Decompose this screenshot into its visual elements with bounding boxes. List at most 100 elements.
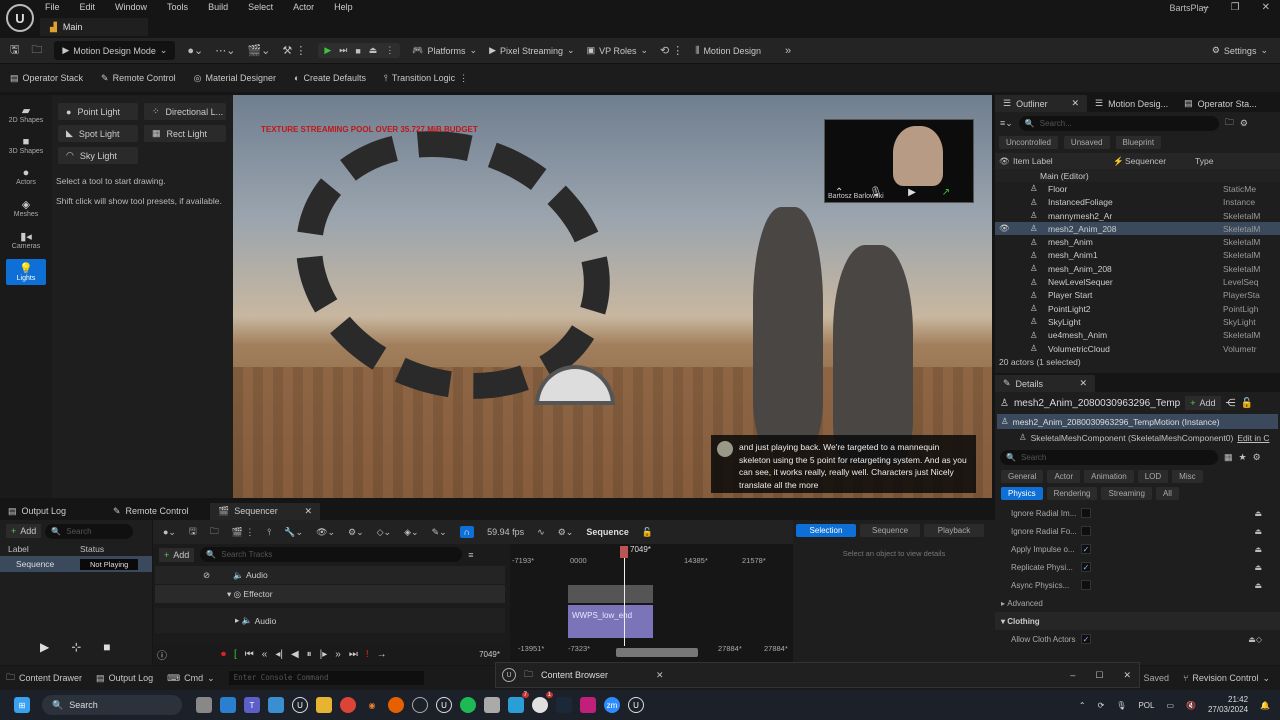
wrench-icon[interactable]: 🔧⌄ bbox=[284, 527, 303, 538]
level-viewport[interactable]: TEXTURE STREAMING POOL OVER 35.727 MiB B… bbox=[233, 95, 992, 498]
tab-playback[interactable]: Playback bbox=[924, 524, 984, 537]
category-streaming[interactable]: Streaming bbox=[1101, 487, 1152, 500]
reset-icon[interactable]: ⏏◇ bbox=[1248, 635, 1262, 644]
sky-light-button[interactable]: ◠ Sky Light bbox=[58, 147, 138, 164]
filter-icon[interactable]: ≡⌄ bbox=[1000, 118, 1013, 129]
play-reverse-icon[interactable]: ◀ bbox=[291, 649, 299, 660]
lock-icon[interactable]: 🔓 bbox=[1241, 398, 1253, 409]
slack-icon[interactable]: 1 bbox=[532, 692, 553, 713]
tab-sequencer[interactable]: 🎬 Sequencer ✕ bbox=[210, 502, 320, 520]
build-icon[interactable]: ⚒ ⋮ bbox=[282, 44, 306, 57]
tab-outliner[interactable]: ☰ Outliner ✕ bbox=[995, 95, 1087, 112]
close-icon[interactable]: ✕ bbox=[1071, 98, 1079, 109]
mode-actors[interactable]: ● Actors bbox=[6, 164, 46, 189]
track-effector[interactable]: ▾ ◎ Effector bbox=[155, 585, 505, 603]
category-misc[interactable]: Misc bbox=[1172, 470, 1203, 483]
details-search[interactable]: 🔍 Search bbox=[1000, 449, 1218, 465]
record-icon[interactable]: ⏺ bbox=[221, 649, 226, 660]
tab-operator-stack[interactable]: ▤ Operator Sta... bbox=[1176, 95, 1265, 112]
allow-cloth-actors-checkbox[interactable]: ✓ bbox=[1081, 634, 1091, 644]
fps-selector[interactable]: 59.94 fps bbox=[487, 527, 524, 537]
widgets-icon[interactable] bbox=[220, 697, 236, 713]
filter-icon[interactable]: ≡ bbox=[468, 550, 473, 560]
close-icon[interactable]: ✕ bbox=[304, 506, 312, 517]
category-lod[interactable]: LOD bbox=[1137, 470, 1169, 483]
reset-icon[interactable]: ⏏ bbox=[1254, 527, 1262, 536]
share-icon[interactable]: ↗ bbox=[942, 187, 950, 198]
language-indicator[interactable]: POL bbox=[1138, 701, 1154, 710]
outliner-row[interactable]: ♙ NewLevelSequer LevelSeq bbox=[995, 275, 1280, 288]
maximize-button[interactable]: ☐ bbox=[1095, 670, 1103, 681]
menu-edit[interactable]: Edit bbox=[80, 2, 96, 12]
transition-logic-button[interactable]: ⫯ Transition Logic ⋮ bbox=[384, 73, 468, 84]
platforms-button[interactable]: 🎮 Platforms ⌄ bbox=[412, 45, 477, 56]
play-icon[interactable]: ▶ bbox=[40, 640, 49, 654]
next-frame-icon[interactable]: |▸ bbox=[320, 649, 328, 660]
settings-button[interactable]: ⚙ Settings ⌄ bbox=[1212, 45, 1268, 56]
menu-help[interactable]: Help bbox=[334, 2, 353, 12]
info-icon[interactable]: ⓘ bbox=[157, 647, 167, 662]
clock-date[interactable]: 27/03/2024 bbox=[1208, 705, 1248, 714]
pencil-icon[interactable]: ✎⌄ bbox=[432, 527, 447, 538]
add-actor-icon[interactable]: ●⌄ bbox=[187, 44, 203, 57]
outliner-row[interactable]: ♙ SkyLight SkyLight bbox=[995, 315, 1280, 328]
notifications-icon[interactable]: 🔔 bbox=[1260, 701, 1270, 710]
app-icon-3[interactable]: 7 bbox=[508, 692, 529, 713]
property-checkbox[interactable] bbox=[1081, 508, 1091, 518]
category-actor[interactable]: Actor bbox=[1047, 470, 1081, 483]
outliner-row[interactable]: ♙ PointLight2 PointLigh bbox=[995, 302, 1280, 315]
reset-icon[interactable]: ⏏ bbox=[1254, 545, 1262, 554]
filter-unsaved[interactable]: Unsaved bbox=[1063, 136, 1110, 149]
property-checkbox[interactable] bbox=[1081, 526, 1091, 536]
prev-frame-icon[interactable]: ◂| bbox=[275, 649, 283, 660]
track-search[interactable]: 🔍 Search Tracks bbox=[200, 547, 463, 562]
eye-icon[interactable]: 👁⌄ bbox=[316, 527, 335, 538]
category-rendering[interactable]: Rendering bbox=[1046, 487, 1098, 500]
jump-start-icon[interactable]: ⏮ bbox=[245, 649, 254, 660]
next-key-icon[interactable]: » bbox=[335, 649, 341, 660]
menu-build[interactable]: Build bbox=[208, 2, 228, 12]
prev-key-icon[interactable]: « bbox=[262, 649, 268, 660]
playhead-handle[interactable] bbox=[620, 546, 628, 558]
saved-status[interactable]: Saved bbox=[1143, 673, 1169, 683]
track-audio-child[interactable]: ▸ 🔈 Audio bbox=[155, 608, 505, 633]
advanced-section[interactable]: ▸ Advanced bbox=[995, 594, 1280, 612]
gear-icon[interactable]: ⚙⌄ bbox=[558, 527, 574, 538]
rect-light-button[interactable]: ▦ Rect Light bbox=[144, 125, 226, 142]
edit-in-link[interactable]: Edit in C bbox=[1237, 433, 1269, 443]
directional-light-button[interactable]: ⁘ Directional L... bbox=[144, 103, 226, 120]
reset-icon[interactable]: ⏏ bbox=[1254, 509, 1262, 518]
menu-window[interactable]: Window bbox=[115, 2, 147, 12]
audio-clip[interactable]: WWPS_low_end bbox=[568, 605, 653, 638]
play-icon[interactable]: ▶ bbox=[324, 45, 331, 56]
mode-2d-shapes[interactable]: ▰ 2D Shapes bbox=[6, 101, 46, 127]
tab-output-log[interactable]: ▤ Output Log bbox=[0, 503, 105, 520]
category-general[interactable]: General bbox=[1001, 470, 1044, 483]
gear-icon[interactable]: ⚙ bbox=[1253, 452, 1261, 463]
outliner-row[interactable]: ♙ mesh_Anim1 SkeletalM bbox=[995, 249, 1280, 262]
menu-file[interactable]: File bbox=[45, 2, 60, 12]
stop-icon[interactable]: ■ bbox=[103, 640, 110, 654]
browse-icon[interactable]: 🗀 bbox=[210, 524, 219, 540]
tab-motion-design[interactable]: ☰ Motion Desig... bbox=[1087, 95, 1176, 112]
content-drawer-button[interactable]: 🗀 Content Drawer bbox=[6, 670, 82, 686]
pixel-streaming-button[interactable]: ▶ Pixel Streaming ⌄ bbox=[489, 45, 575, 56]
outliner-row[interactable]: ♙ ue4mesh_Anim SkeletalM bbox=[995, 329, 1280, 342]
add-folder-icon[interactable]: 🗀 bbox=[1225, 115, 1234, 131]
lock-icon[interactable]: 🔓 bbox=[642, 527, 653, 538]
remote-control-button[interactable]: ✎ Remote Control bbox=[101, 73, 176, 84]
column-item-label[interactable]: Item Label bbox=[1013, 156, 1113, 166]
curve-icon[interactable]: ∿ bbox=[537, 527, 545, 538]
tab-details[interactable]: ✎ Details ✕ bbox=[995, 375, 1095, 392]
table-icon[interactable]: ▦ bbox=[1224, 452, 1233, 463]
maximize-button[interactable]: ❐ bbox=[1231, 2, 1240, 13]
sequence-row[interactable]: Sequence Not Playing bbox=[0, 556, 152, 572]
clapper-icon[interactable]: 🎬 ⋮ bbox=[232, 527, 255, 538]
column-type[interactable]: Type bbox=[1195, 156, 1213, 166]
save-icon[interactable]: 🖫 bbox=[10, 41, 19, 60]
pause-icon[interactable]: ⏸ bbox=[307, 649, 312, 660]
property-checkbox[interactable]: ✓ bbox=[1081, 562, 1091, 572]
mode-3d-shapes[interactable]: ■ 3D Shapes bbox=[6, 133, 46, 158]
track-audio[interactable]: ⊘ 🔈 Audio bbox=[155, 566, 505, 584]
chevron-up-icon[interactable]: ⌃ bbox=[1079, 701, 1086, 710]
